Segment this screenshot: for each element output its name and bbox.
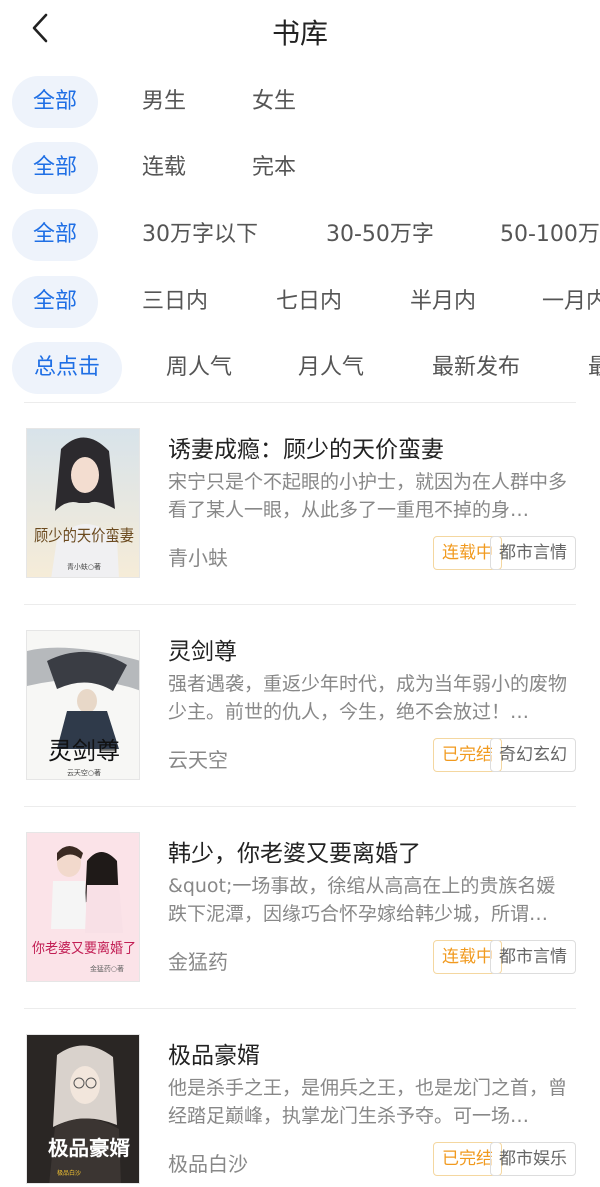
book-author: 青小蚨 <box>168 546 228 570</box>
filter-gender-male[interactable]: 男生 <box>142 76 186 128</box>
book-item[interactable]: 极品豪婿 极品白沙 极品豪婿 他是杀手之王，是佣兵之王，也是龙门之首，曾经踏足巅… <box>0 1008 600 1187</box>
cover-author-text: 金猛药○著 <box>90 964 124 973</box>
filter-status-all[interactable]: 全部 <box>12 142 98 194</box>
book-description: &quot;一场事故，徐绾从高高在上的贵族名媛跌下泥潭，因缘巧合怀孕嫁给韩少城，… <box>168 875 556 925</box>
genre-badge: 都市言情 <box>490 940 576 974</box>
book-cover: 你老婆又要离婚了 金猛药○著 <box>26 832 140 982</box>
book-title: 诱妻成瘾：顾少的天价蛮妻 <box>168 437 444 463</box>
page-title: 书库 <box>271 17 328 50</box>
book-author: 金猛药 <box>168 950 228 974</box>
book-description: 宋宁只是个不起眼的小护士，就因为在人群中多看了某人一眼，从此多了一重甩不掉的身… <box>168 471 568 521</box>
book-description: 强者遇袭，重返少年时代，成为当年弱小的废物少主。前世的仇人，今生，绝不会放过！… <box>168 673 568 723</box>
filter-length-50-100w[interactable]: 50-100万 <box>500 209 600 261</box>
filter-updated-halfmonth[interactable]: 半月内 <box>410 276 476 328</box>
filter-row-status: 全部 连载 完本 <box>0 142 600 194</box>
book-title: 韩少，你老婆又要离婚了 <box>168 841 421 867</box>
book-description: 他是杀手之王，是佣兵之王，也是龙门之首，曾经踏足巅峰，执掌龙门生杀予夺。可一场… <box>168 1077 568 1127</box>
cover-title-text: 极品豪婿 <box>48 1136 130 1160</box>
book-title: 极品豪婿 <box>168 1043 260 1069</box>
book-author: 云天空 <box>168 748 228 772</box>
filter-length-30-50w[interactable]: 30-50万字 <box>326 209 434 261</box>
genre-badge: 都市言情 <box>490 536 576 570</box>
book-author: 极品白沙 <box>168 1152 248 1176</box>
book-cover: 极品豪婿 极品白沙 <box>26 1034 140 1184</box>
filter-updated-3days[interactable]: 三日内 <box>142 276 208 328</box>
sort-more[interactable]: 最 <box>588 342 600 394</box>
sort-total-clicks[interactable]: 总点击 <box>12 342 122 394</box>
filter-length-all[interactable]: 全部 <box>12 209 98 261</box>
filter-updated-all[interactable]: 全部 <box>12 276 98 328</box>
book-title: 灵剑尊 <box>168 639 237 665</box>
cover-author-text: 云天空○著 <box>67 768 101 777</box>
filter-length-under-30w[interactable]: 30万字以下 <box>142 209 258 261</box>
genre-badge: 奇幻玄幻 <box>490 738 576 772</box>
filter-row-updated: 全部 三日内 七日内 半月内 一月内 <box>0 276 600 328</box>
filter-row-sort: 总点击 周人气 月人气 最新发布 最 <box>0 342 600 394</box>
book-item[interactable]: 灵剑尊 云天空○著 灵剑尊 强者遇袭，重返少年时代，成为当年弱小的废物少主。前世… <box>0 604 600 806</box>
sort-newest[interactable]: 最新发布 <box>432 342 520 394</box>
filter-gender-female[interactable]: 女生 <box>252 76 296 128</box>
book-item[interactable]: 你老婆又要离婚了 金猛药○著 韩少，你老婆又要离婚了 &quot;一场事故，徐绾… <box>0 806 600 1008</box>
cover-title-text: 灵剑尊 <box>48 737 120 765</box>
filter-updated-7days[interactable]: 七日内 <box>276 276 342 328</box>
filter-status-serial[interactable]: 连载 <box>142 142 186 194</box>
filter-gender-all[interactable]: 全部 <box>12 76 98 128</box>
top-bar: 书库 <box>0 0 600 60</box>
cover-author-text: 青小蚨○著 <box>67 562 101 571</box>
filter-row-gender: 全部 男生 女生 <box>0 76 600 128</box>
cover-title-text: 顾少的天价蛮妻 <box>34 526 134 545</box>
filter-updated-month[interactable]: 一月内 <box>542 276 600 328</box>
genre-badge: 都市娱乐 <box>490 1142 576 1176</box>
sort-monthly-popular[interactable]: 月人气 <box>298 342 364 394</box>
sort-weekly-popular[interactable]: 周人气 <box>166 342 232 394</box>
book-item[interactable]: 顾少的天价蛮妻 青小蚨○著 诱妻成瘾：顾少的天价蛮妻 宋宁只是个不起眼的小护士，… <box>0 402 600 604</box>
book-cover: 顾少的天价蛮妻 青小蚨○著 <box>26 428 140 578</box>
cover-title-text: 你老婆又要离婚了 <box>32 940 136 957</box>
filter-row-length: 全部 30万字以下 30-50万字 50-100万 <box>0 209 600 261</box>
filter-status-complete[interactable]: 完本 <box>252 142 296 194</box>
book-cover: 灵剑尊 云天空○著 <box>26 630 140 780</box>
cover-author-text: 极品白沙 <box>57 1169 81 1177</box>
